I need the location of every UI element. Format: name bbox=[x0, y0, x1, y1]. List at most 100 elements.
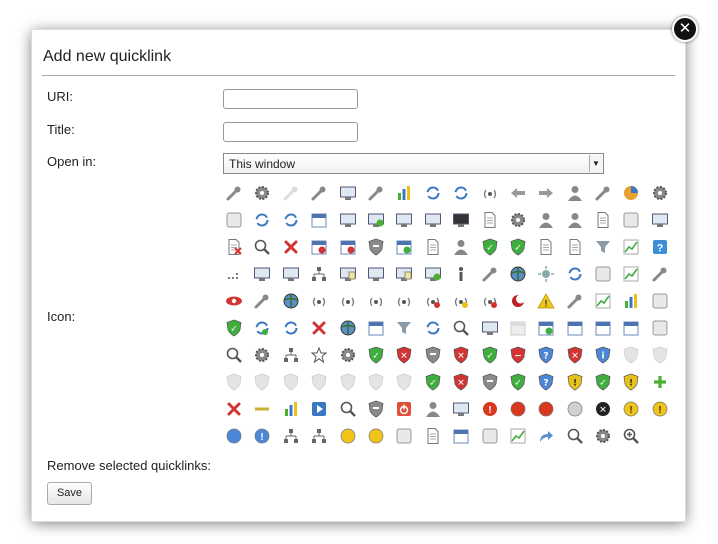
arrow-right-icon[interactable] bbox=[537, 184, 555, 202]
calendar-icon[interactable] bbox=[452, 427, 470, 445]
network-monitor-icon[interactable] bbox=[282, 265, 300, 283]
shield-check-icon[interactable]: ✓ bbox=[481, 238, 499, 256]
search-icon[interactable] bbox=[566, 427, 584, 445]
calendar-stop-icon[interactable] bbox=[339, 238, 357, 256]
wrench-icon[interactable] bbox=[253, 292, 271, 310]
sync-arrows-icon[interactable] bbox=[282, 319, 300, 337]
calendar-grid-icon[interactable] bbox=[367, 319, 385, 337]
edit-icon[interactable] bbox=[367, 184, 385, 202]
signal-icon[interactable] bbox=[481, 184, 499, 202]
pen-icon[interactable] bbox=[225, 184, 243, 202]
broadcast-stop-icon[interactable] bbox=[424, 292, 442, 310]
monitor-icon[interactable] bbox=[367, 265, 385, 283]
gear-search-icon[interactable] bbox=[594, 427, 612, 445]
clipboard-search-icon[interactable] bbox=[225, 346, 243, 364]
shield-info-icon[interactable]: i bbox=[594, 346, 612, 364]
calendar-check-icon[interactable] bbox=[395, 238, 413, 256]
blue-circle-icon[interactable] bbox=[225, 427, 243, 445]
chart-up-icon[interactable] bbox=[509, 427, 527, 445]
red-circle-icon[interactable] bbox=[509, 400, 527, 418]
monitor-document-icon[interactable] bbox=[339, 265, 357, 283]
page-icon[interactable] bbox=[537, 238, 555, 256]
broadcast-x-icon[interactable] bbox=[481, 292, 499, 310]
shield-check-icon[interactable]: ✓ bbox=[424, 373, 442, 391]
calendar-disabled-icon[interactable] bbox=[509, 319, 527, 337]
broadcast-icon[interactable] bbox=[367, 292, 385, 310]
search-globe-icon[interactable] bbox=[452, 319, 470, 337]
pages-icon[interactable] bbox=[566, 238, 584, 256]
satellite-icon[interactable] bbox=[566, 292, 584, 310]
dots-icon[interactable] bbox=[225, 265, 243, 283]
terminal-icon[interactable] bbox=[452, 211, 470, 229]
globe-icon[interactable] bbox=[509, 265, 527, 283]
shield-disabled-icon[interactable] bbox=[651, 346, 669, 364]
shield-x-icon[interactable]: ✕ bbox=[452, 373, 470, 391]
shield-disabled-icon[interactable] bbox=[622, 346, 640, 364]
broadcast-icon[interactable] bbox=[339, 292, 357, 310]
help-icon[interactable]: ? bbox=[651, 238, 669, 256]
info-icon[interactable] bbox=[452, 265, 470, 283]
shield-disabled-icon[interactable] bbox=[253, 373, 271, 391]
shield-check-icon[interactable]: ✓ bbox=[225, 319, 243, 337]
zoom-in-icon[interactable] bbox=[622, 427, 640, 445]
shield-check-icon[interactable]: ✓ bbox=[594, 373, 612, 391]
globe-dark-icon[interactable] bbox=[282, 292, 300, 310]
id-card-icon[interactable] bbox=[651, 292, 669, 310]
monitor-chat-icon[interactable] bbox=[395, 265, 413, 283]
refresh-icon[interactable] bbox=[452, 184, 470, 202]
title-field[interactable] bbox=[223, 122, 358, 142]
calendar-delete-icon[interactable] bbox=[310, 238, 328, 256]
shield-x-icon[interactable]: ✕ bbox=[395, 346, 413, 364]
filter-icon[interactable] bbox=[594, 238, 612, 256]
monitor-signal-icon[interactable] bbox=[481, 319, 499, 337]
calendar-icon[interactable] bbox=[310, 211, 328, 229]
network-monitor-icon[interactable] bbox=[253, 265, 271, 283]
key-icon[interactable] bbox=[594, 184, 612, 202]
monitor-icon[interactable] bbox=[339, 184, 357, 202]
shield-disabled-icon[interactable] bbox=[395, 373, 413, 391]
delete-icon[interactable] bbox=[622, 211, 640, 229]
bar-chart-box-icon[interactable] bbox=[622, 292, 640, 310]
pie-chart-icon[interactable] bbox=[622, 184, 640, 202]
cycle-icon[interactable] bbox=[424, 184, 442, 202]
warning-circle-icon[interactable]: ! bbox=[622, 400, 640, 418]
gear-cycle-icon[interactable] bbox=[253, 346, 271, 364]
document-icon[interactable] bbox=[481, 211, 499, 229]
broadcast-icon[interactable] bbox=[395, 292, 413, 310]
shield-cycle-icon[interactable] bbox=[367, 400, 385, 418]
red-circle-icon[interactable] bbox=[537, 400, 555, 418]
shield-help-icon[interactable]: ? bbox=[537, 373, 555, 391]
delete-x-icon[interactable] bbox=[282, 238, 300, 256]
document-search-icon[interactable] bbox=[339, 400, 357, 418]
shield-grey-icon[interactable] bbox=[424, 346, 442, 364]
share-arrow-icon[interactable] bbox=[537, 427, 555, 445]
shield-disabled-icon[interactable] bbox=[339, 373, 357, 391]
shield-disabled-icon[interactable] bbox=[282, 373, 300, 391]
network-tree-icon[interactable] bbox=[282, 346, 300, 364]
copy-icon[interactable] bbox=[594, 211, 612, 229]
sync-icon[interactable] bbox=[253, 211, 271, 229]
calendar-check-icon[interactable] bbox=[537, 319, 555, 337]
moon-icon[interactable] bbox=[509, 292, 527, 310]
pie-globe-icon[interactable] bbox=[339, 319, 357, 337]
refresh-add-icon[interactable] bbox=[566, 265, 584, 283]
window-icon[interactable] bbox=[395, 211, 413, 229]
close-window-icon[interactable] bbox=[651, 211, 669, 229]
stars-icon[interactable] bbox=[594, 265, 612, 283]
shield-disabled-icon[interactable] bbox=[367, 373, 385, 391]
chart-box-icon[interactable] bbox=[622, 265, 640, 283]
wrench-gear-icon[interactable] bbox=[253, 184, 271, 202]
shield-minus-icon[interactable]: − bbox=[509, 346, 527, 364]
trend-icon[interactable] bbox=[594, 292, 612, 310]
shield-help-icon[interactable]: ? bbox=[537, 346, 555, 364]
sun-icon[interactable] bbox=[537, 265, 555, 283]
shield-check-icon[interactable]: ✓ bbox=[481, 346, 499, 364]
arrow-left-icon[interactable] bbox=[509, 184, 527, 202]
user-icon[interactable] bbox=[566, 211, 584, 229]
hammer-disabled-icon[interactable] bbox=[282, 184, 300, 202]
calendar-icon[interactable] bbox=[594, 319, 612, 337]
window-list-icon[interactable] bbox=[452, 400, 470, 418]
search-delete-icon[interactable] bbox=[253, 238, 271, 256]
calendar-icon[interactable] bbox=[566, 319, 584, 337]
network-icon[interactable] bbox=[310, 265, 328, 283]
